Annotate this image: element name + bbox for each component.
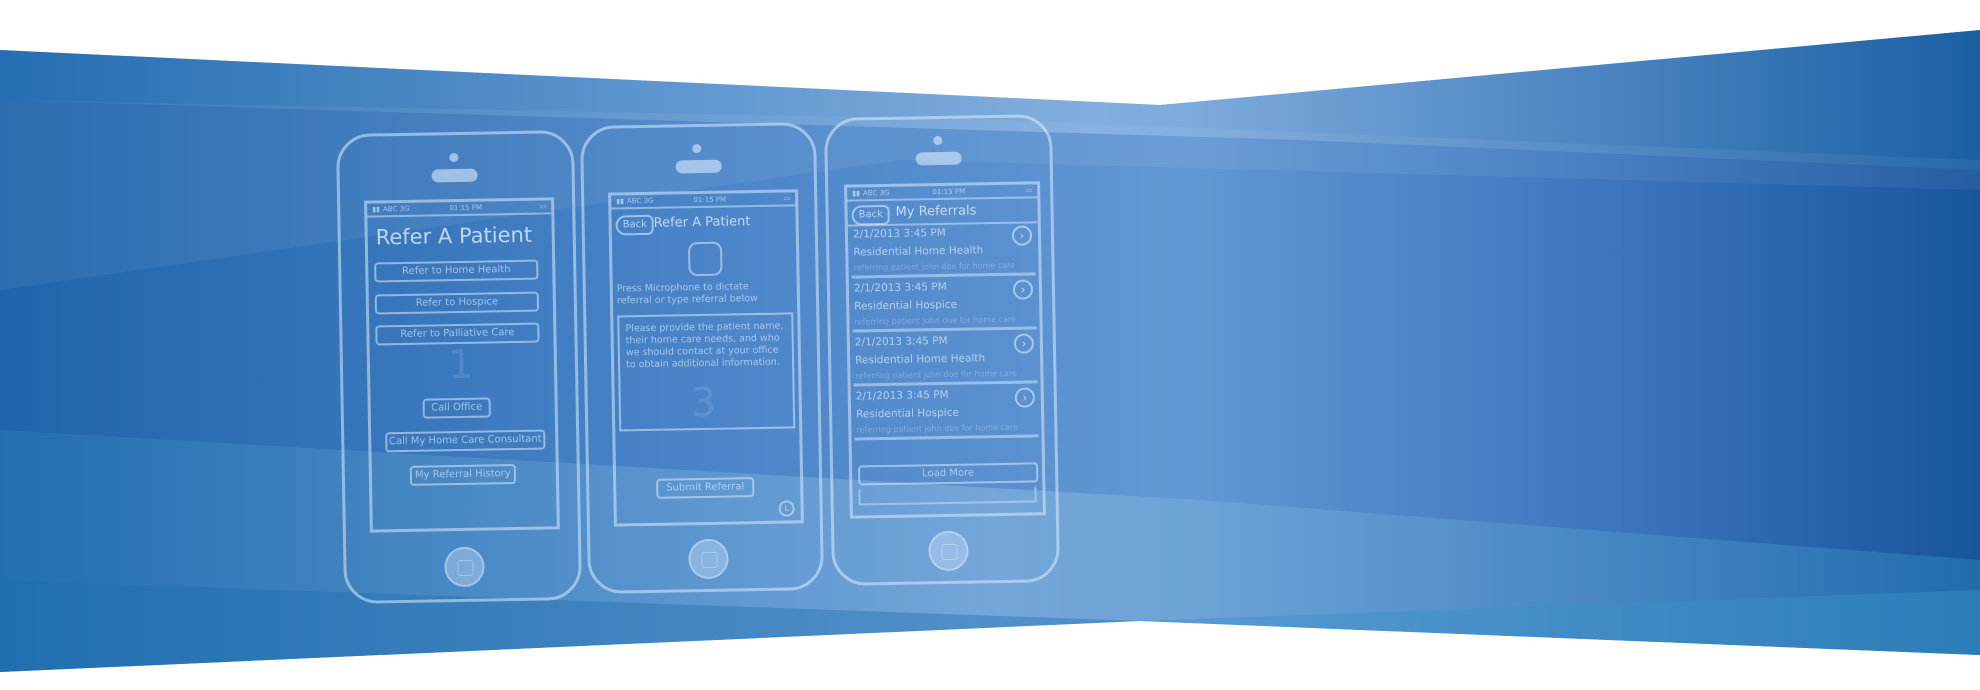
signal-bars-icon: ▮▮ xyxy=(372,205,381,214)
phone-mockup-refer: ▮▮ ABC 3G 01:15 PM ▭ Refer A Patient Ref… xyxy=(335,129,583,605)
referral-date: 2/1/2013 3:45 PM xyxy=(853,280,947,295)
phone-screen: ▮▮ ABC 3G 01:15 PM ▭ Refer A Patient Ref… xyxy=(364,197,560,533)
battery-icon: ▭ xyxy=(783,194,791,203)
phone-screen: ▮▮ ABC 3G 01:15 PM ▭ Back Refer A Patien… xyxy=(608,189,804,527)
referral-date: 2/1/2013 3:45 PM xyxy=(854,334,948,349)
status-time: 01:15 PM xyxy=(449,203,483,213)
home-button xyxy=(928,530,969,572)
home-button xyxy=(444,546,485,588)
referral-note: referring patient john doe for home care xyxy=(854,314,1017,327)
speaker-slot xyxy=(675,159,722,174)
referral-type: Residential Home Health xyxy=(853,244,984,259)
phone-screen: ▮▮ ABC 3G 01:15 PM ▭ Back My Referrals 2… xyxy=(844,181,1046,519)
dictate-instruction: Press Microphone to dictate referral or … xyxy=(616,281,758,307)
speaker-slot xyxy=(915,151,962,166)
back-button[interactable]: Back xyxy=(851,204,891,226)
referral-list-item[interactable]: 2/1/2013 3:45 PM Residential Home Health… xyxy=(850,223,1036,279)
referral-type: Residential Hospice xyxy=(854,298,958,313)
back-button[interactable]: Back xyxy=(615,214,655,236)
annotation-number: 1 xyxy=(447,341,474,389)
screen-title: My Referrals xyxy=(895,203,977,220)
referral-list-item[interactable]: 2/1/2013 3:45 PM Residential Hospice ref… xyxy=(853,385,1039,441)
screen-title: Refer A Patient xyxy=(653,214,751,231)
status-bar: ▮▮ ABC 3G 01:15 PM ▭ xyxy=(611,192,796,210)
referral-history-button[interactable]: My Referral History xyxy=(409,464,517,486)
referral-type: Residential Hospice xyxy=(856,406,959,421)
status-time: 01:15 PM xyxy=(932,187,966,197)
annotation-number: 3 xyxy=(690,379,717,427)
refer-home-health-button[interactable]: Refer to Home Health xyxy=(374,259,539,283)
load-more-button[interactable]: Load More xyxy=(858,462,1039,486)
carrier-label: ABC 3G xyxy=(626,196,654,206)
microphone-icon[interactable] xyxy=(687,241,723,277)
battery-icon: ▭ xyxy=(539,202,547,211)
status-time: 01:15 PM xyxy=(693,195,727,205)
signal-bars-icon: ▮▮ xyxy=(616,197,625,206)
carrier-label: ABC 3G xyxy=(382,204,410,214)
referral-note: referring patient john doe for home care xyxy=(855,368,1017,381)
carrier-label: ABC 3G xyxy=(862,188,890,198)
referral-date: 2/1/2013 3:45 PM xyxy=(852,226,946,241)
battery-icon: ▭ xyxy=(1025,186,1033,195)
referral-note: referring patient john doe for home care xyxy=(856,422,1018,435)
referral-list-item[interactable]: 2/1/2013 3:45 PM Residential Hospice ref… xyxy=(851,277,1037,333)
signal-bars-icon: ▮▮ xyxy=(852,189,861,198)
referral-date: 2/1/2013 3:45 PM xyxy=(855,388,949,403)
list-footer xyxy=(858,486,1037,506)
camera-dot xyxy=(692,143,702,154)
chevron-right-icon[interactable]: › xyxy=(1013,333,1035,354)
camera-dot xyxy=(449,152,459,163)
referral-list-item[interactable]: 2/1/2013 3:45 PM Residential Home Health… xyxy=(852,331,1038,387)
chevron-right-icon[interactable]: › xyxy=(1012,279,1034,300)
camera-dot xyxy=(933,135,943,146)
screen-title: Refer A Patient xyxy=(375,222,533,250)
home-button xyxy=(688,538,729,580)
status-bar: ▮▮ ABC 3G 01:15 PM ▭ xyxy=(367,200,552,218)
call-consultant-button[interactable]: Call My Home Care Consultant xyxy=(385,429,546,453)
referral-type: Residential Home Health xyxy=(855,352,986,367)
submit-referral-button[interactable]: Submit Referral xyxy=(656,477,755,499)
chevron-right-icon[interactable]: › xyxy=(1011,225,1033,246)
phone-mockup-dictate: ▮▮ ABC 3G 01:15 PM ▭ Back Refer A Patien… xyxy=(579,121,825,595)
chevron-right-icon[interactable]: › xyxy=(1014,387,1036,408)
phone-mockup-referrals: ▮▮ ABC 3G 01:15 PM ▭ Back My Referrals 2… xyxy=(823,114,1061,586)
referral-note: referring patient john doe for home care xyxy=(853,260,1016,273)
status-bar: ▮▮ ABC 3G 01:15 PM ▭ xyxy=(847,184,1038,202)
call-office-button[interactable]: Call Office xyxy=(422,397,491,419)
refer-hospice-button[interactable]: Refer to Hospice xyxy=(374,291,540,315)
clock-icon: L xyxy=(778,500,795,517)
speaker-slot xyxy=(431,168,478,183)
